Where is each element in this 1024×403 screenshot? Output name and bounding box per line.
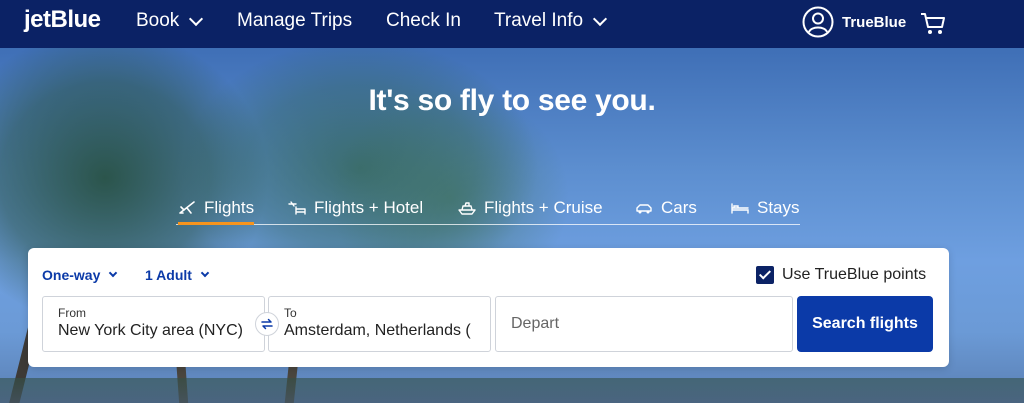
nav-book[interactable]: Book — [136, 10, 204, 32]
tab-cars[interactable]: Cars — [635, 193, 697, 223]
nav-travel-info-label: Travel Info — [494, 10, 584, 31]
nav-manage-trips[interactable]: Manage Trips — [237, 10, 352, 32]
jetblue-logo[interactable]: jetBlue — [24, 6, 101, 34]
tab-stays-label: Stays — [757, 198, 800, 217]
trip-type-value: One-way — [42, 267, 101, 283]
depart-placeholder: Depart — [511, 315, 560, 332]
passengers-value: 1 Adult — [145, 267, 192, 283]
trip-type-select[interactable]: One-way — [42, 267, 118, 283]
nav-travel-info[interactable]: Travel Info — [494, 10, 608, 32]
hero-headline: It's so fly to see you. — [368, 84, 656, 117]
booking-panel: One-way 1 Adult Use TrueBlue points From… — [28, 248, 949, 367]
to-field[interactable]: To Amsterdam, Netherlands ( — [268, 296, 491, 352]
user-icon — [802, 6, 834, 38]
trueblue-label: TrueBlue — [842, 13, 907, 31]
chevron-down-icon — [200, 268, 210, 278]
ship-icon — [458, 202, 476, 215]
shoreline — [0, 378, 1024, 403]
car-icon — [636, 204, 652, 214]
use-trueblue-points[interactable]: Use TrueBlue points — [756, 266, 926, 284]
use-points-label: Use TrueBlue points — [782, 266, 927, 283]
use-points-checkbox[interactable] — [756, 266, 774, 284]
tab-flights-hotel[interactable]: Flights + Hotel — [288, 193, 423, 223]
from-label: From — [58, 306, 86, 320]
to-label: To — [284, 306, 297, 320]
search-flights-button[interactable]: Search flights — [797, 296, 933, 352]
swap-airports-button[interactable] — [255, 312, 279, 336]
tab-stays[interactable]: Stays — [731, 193, 800, 223]
chevron-down-icon — [592, 11, 608, 26]
nav-check-in-label: Check In — [386, 10, 461, 31]
top-navigation: jetBlue Book Manage Trips Check In Trave… — [0, 0, 1024, 48]
swap-icon — [261, 318, 273, 330]
tab-cars-label: Cars — [661, 198, 697, 217]
nav-check-in[interactable]: Check In — [386, 10, 461, 32]
tab-flights-cruise[interactable]: Flights + Cruise — [458, 193, 603, 223]
cart-icon[interactable] — [920, 12, 946, 36]
bed-icon — [731, 203, 749, 214]
trueblue-account[interactable]: TrueBlue — [802, 6, 906, 38]
to-value: Amsterdam, Netherlands ( — [284, 322, 471, 339]
chevron-down-icon — [109, 268, 118, 278]
tab-flights-cruise-label: Flights + Cruise — [484, 198, 603, 217]
plane-icon — [179, 201, 195, 214]
booking-tabs: Flights Flights + Hotel Flights + Cruise… — [176, 193, 800, 225]
plane-bed-icon — [288, 201, 306, 215]
nav-manage-trips-label: Manage Trips — [237, 10, 353, 31]
hero-banner: It's so fly to see you. Flights Flights … — [0, 48, 1024, 403]
tab-flights-hotel-label: Flights + Hotel — [314, 198, 424, 217]
tab-flights-label: Flights — [204, 198, 255, 217]
nav-book-label: Book — [136, 10, 180, 31]
chevron-down-icon — [189, 11, 204, 26]
depart-field[interactable]: Depart — [495, 296, 793, 352]
passengers-select[interactable]: 1 Adult — [145, 267, 210, 283]
from-value: New York City area (NYC) — [58, 322, 243, 339]
from-field[interactable]: From New York City area (NYC) — [42, 296, 265, 352]
tab-flights[interactable]: Flights — [178, 193, 255, 225]
